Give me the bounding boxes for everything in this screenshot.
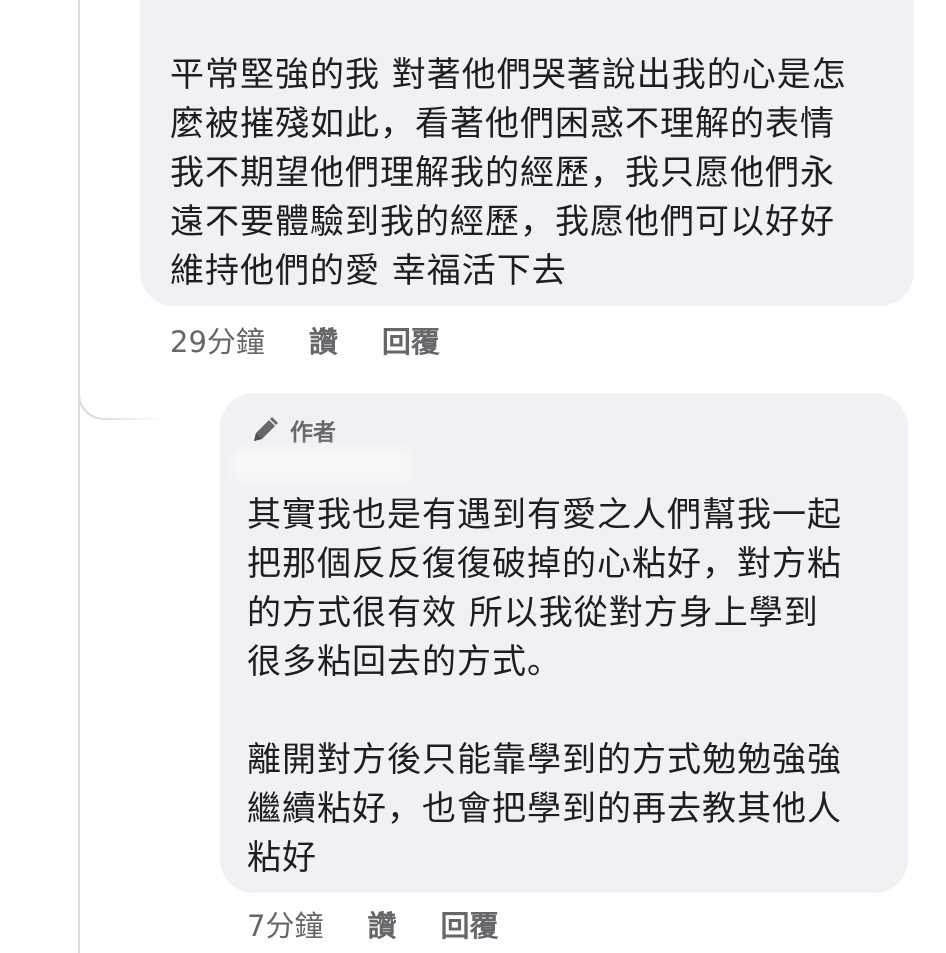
- comment-actions: 29分鐘 讚 回覆: [170, 320, 440, 360]
- like-button[interactable]: 讚: [309, 319, 338, 361]
- redacted-name: [232, 448, 412, 484]
- like-button[interactable]: 讚: [367, 903, 396, 945]
- comment-timestamp: 29分鐘: [170, 325, 265, 359]
- pencil-icon: [250, 415, 280, 445]
- reply-timestamp: 7分鐘: [247, 909, 324, 943]
- comment-text: 平常堅強的我 對著他們哭著說出我的心是怎 麼被摧殘如此，看著他們困惑不理解的表情…: [170, 55, 847, 291]
- thread-line: [78, 0, 80, 953]
- reply-button[interactable]: 回覆: [382, 319, 440, 361]
- reply-actions: 7分鐘 讚 回覆: [247, 904, 498, 944]
- author-badge: 作者: [250, 413, 336, 447]
- comment-thread: 平常堅強的我 對著他們哭著說出我的心是怎 麼被摧殘如此，看著他們困惑不理解的表情…: [0, 0, 946, 953]
- reply-text: 其實我也是有遇到有愛之人們幫我一起 把那個反反復復破掉的心粘好，對方粘 的方式很…: [247, 495, 842, 878]
- reply-button[interactable]: 回覆: [440, 903, 498, 945]
- author-badge-label: 作者: [290, 420, 336, 446]
